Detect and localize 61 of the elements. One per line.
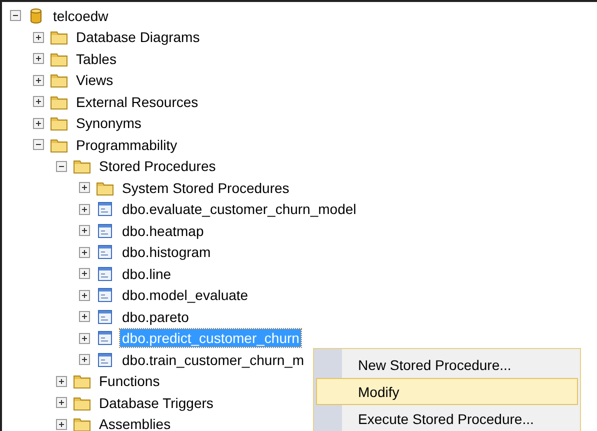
expand-icon[interactable] [79, 311, 90, 322]
folder-icon [50, 72, 68, 88]
expand-icon[interactable] [79, 354, 90, 366]
tree-item[interactable]: Programmability [74, 136, 180, 154]
stored-procedure-icon [96, 352, 114, 368]
tree-item[interactable]: Database Triggers [97, 394, 216, 412]
stored-procedure-icon [96, 308, 114, 325]
stored-procedure-icon [96, 222, 114, 239]
menu-item[interactable]: Modify [316, 378, 578, 405]
collapse-icon[interactable] [33, 139, 44, 150]
expand-icon[interactable] [33, 53, 44, 64]
tree-item[interactable]: External Resources [74, 92, 200, 111]
tree-item[interactable]: Database Diagrams [74, 28, 202, 46]
tree-item[interactable]: Functions [97, 372, 162, 390]
expand-icon[interactable] [33, 118, 44, 129]
tree-item[interactable]: dbo.model_evaluate [120, 286, 250, 304]
expand-icon[interactable] [33, 32, 44, 43]
tree-item[interactable]: Views [74, 71, 116, 90]
expand-icon[interactable] [79, 332, 90, 344]
expand-icon[interactable] [79, 246, 90, 258]
menu-item[interactable]: Execute Stored Procedure... [316, 405, 578, 431]
tree-item[interactable]: Assemblies [97, 415, 173, 431]
tree-item[interactable]: Synonyms [74, 114, 144, 132]
tree-item[interactable]: dbo.train_customer_churn_m [120, 350, 306, 369]
tree-item[interactable]: dbo.pareto [120, 308, 191, 326]
menu-item[interactable]: New Stored Procedure... [316, 351, 578, 378]
folder-icon [96, 180, 114, 196]
stored-procedure-icon [96, 266, 114, 282]
tree-item[interactable]: telcoedw [51, 6, 110, 25]
tree-item[interactable]: Stored Procedures [97, 157, 218, 176]
folder-icon [73, 394, 91, 411]
tree-item[interactable]: dbo.line [120, 264, 174, 283]
folder-icon [50, 115, 68, 132]
stored-procedure-icon [96, 201, 114, 218]
tree-item[interactable]: Tables [74, 50, 118, 68]
expand-icon[interactable] [56, 397, 67, 408]
tree-item[interactable]: dbo.heatmap [120, 222, 206, 240]
expand-icon[interactable] [79, 225, 90, 236]
folder-icon [50, 50, 68, 67]
stored-procedure-icon [96, 287, 114, 304]
tree-item[interactable]: dbo.evaluate_customer_churn_model [120, 200, 358, 218]
expand-icon[interactable] [79, 290, 90, 301]
folder-icon [73, 416, 91, 431]
tree-item[interactable]: dbo.histogram [120, 243, 213, 262]
expand-icon[interactable] [33, 96, 44, 108]
folder-icon [50, 136, 68, 153]
expand-icon[interactable] [79, 204, 90, 215]
stored-procedure-icon [96, 244, 114, 260]
folder-icon [50, 29, 68, 46]
folder-icon [50, 94, 68, 110]
expand-icon[interactable] [33, 74, 44, 86]
expand-icon[interactable] [79, 268, 90, 280]
expand-icon[interactable] [56, 418, 67, 430]
collapse-icon[interactable] [10, 10, 21, 22]
folder-icon [73, 158, 91, 174]
folder-icon [73, 373, 91, 390]
stored-procedure-icon [96, 330, 114, 346]
tree-item[interactable]: System Stored Procedures [120, 178, 292, 197]
expand-icon[interactable] [79, 182, 90, 194]
collapse-icon[interactable] [56, 160, 67, 172]
expand-icon[interactable] [56, 376, 67, 387]
